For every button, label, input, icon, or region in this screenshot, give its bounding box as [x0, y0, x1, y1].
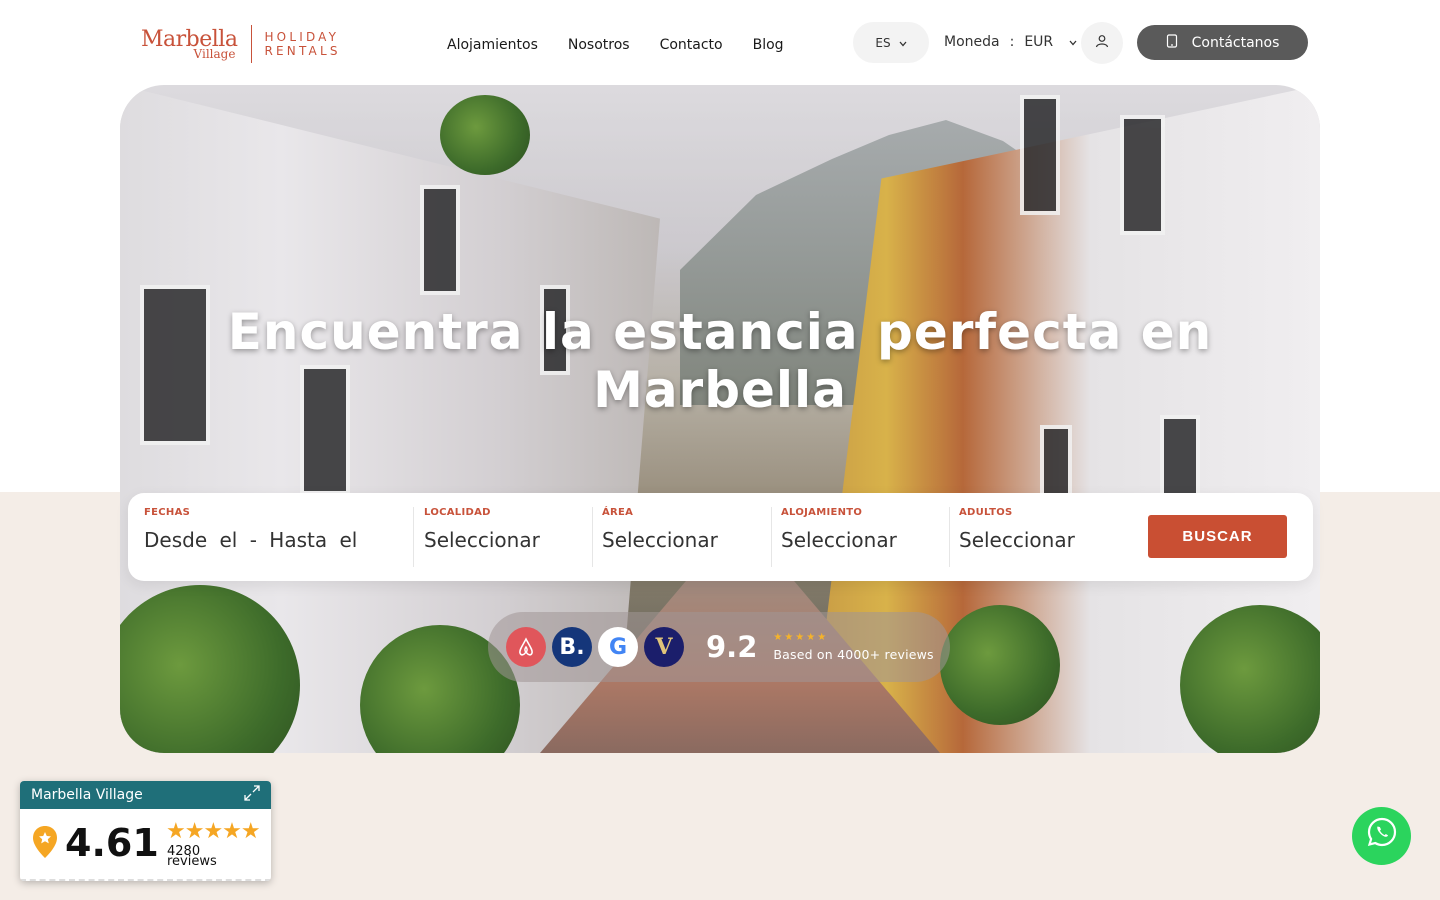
search-button[interactable]: BUSCAR: [1148, 515, 1287, 558]
google-icon-letter: G: [608, 634, 628, 660]
logo-caps-top: HOLIDAY: [264, 30, 340, 44]
currency-value: EUR: [1024, 34, 1054, 50]
logo-caps: HOLIDAY RENTALS: [264, 30, 340, 58]
hero-plant: [940, 605, 1060, 725]
field-divider: [413, 507, 414, 567]
dates-value: Desde el - Hasta el: [144, 528, 358, 552]
area-value: Seleccionar: [602, 528, 718, 552]
chevron-down-icon: [899, 36, 907, 50]
rating-widget-count-label: reviews: [167, 854, 217, 869]
language-value: ES: [875, 35, 891, 50]
reviews-stars: ★★★★★: [773, 632, 829, 643]
rating-widget-body: 4.61 ★★★★★ 4280 reviews: [20, 809, 271, 881]
accommodation-value: Seleccionar: [781, 528, 897, 552]
reviews-info: ★★★★★ Based on 4000+ reviews: [773, 632, 933, 662]
contact-button-label: Contáctanos: [1191, 34, 1280, 51]
google-icon: G: [598, 627, 638, 667]
field-divider: [771, 507, 772, 567]
field-divider: [949, 507, 950, 567]
brand-logo[interactable]: Marbella Village HOLIDAY RENTALS: [141, 24, 341, 64]
reviews-summary: B. G V 9.2 ★★★★★ Based on 4000+ reviews: [488, 612, 950, 682]
adults-field[interactable]: ADULTOS Seleccionar: [959, 507, 1129, 567]
account-button[interactable]: [1081, 22, 1123, 64]
area-label: ÁREA: [602, 507, 634, 518]
airbnb-icon: [506, 627, 546, 667]
hero-window: [1020, 95, 1060, 215]
chevron-down-icon: [1069, 34, 1077, 50]
nav-item-blog[interactable]: Blog: [753, 37, 784, 53]
contact-button[interactable]: Contáctanos: [1137, 25, 1308, 60]
nav-item-nosotros[interactable]: Nosotros: [568, 37, 630, 53]
rating-widget-score: 4.61: [65, 821, 159, 865]
logo-caps-bottom: RENTALS: [264, 44, 341, 58]
location-pin-icon: [32, 825, 58, 859]
locality-label: LOCALIDAD: [424, 507, 491, 518]
whatsapp-icon: [1366, 816, 1398, 856]
locality-value: Seleccionar: [424, 528, 540, 552]
rating-widget-title: Marbella Village: [31, 787, 143, 803]
accommodation-field[interactable]: ALOJAMIENTO Seleccionar: [781, 507, 941, 567]
vrbo-icon: V: [644, 627, 684, 667]
whatsapp-button[interactable]: [1352, 807, 1411, 865]
nav-item-contacto[interactable]: Contacto: [660, 37, 723, 53]
hero-title: Encuentra la estancia perfecta en Marbel…: [227, 303, 1213, 419]
rating-widget[interactable]: Marbella Village 4.61 ★★★★★ 4280 reviews: [20, 781, 271, 881]
hero-plant: [440, 95, 530, 175]
reviews-subtitle: Based on 4000+ reviews: [773, 647, 934, 662]
search-bar: FECHAS Desde el - Hasta el LOCALIDAD Sel…: [128, 493, 1313, 581]
nav-item-alojamientos[interactable]: Alojamientos: [447, 37, 538, 53]
area-field[interactable]: ÁREA Seleccionar: [602, 507, 762, 567]
rating-widget-header: Marbella Village: [20, 781, 271, 809]
currency-label: Moneda: [944, 34, 1000, 50]
dates-label: FECHAS: [144, 507, 191, 518]
logo-divider: [251, 25, 253, 63]
site-header: Marbella Village HOLIDAY RENTALS Alojami…: [0, 0, 1440, 86]
expand-icon[interactable]: [243, 784, 261, 806]
reviews-score: 9.2: [706, 630, 758, 664]
booking-icon: B.: [552, 627, 592, 667]
rating-widget-count: 4280 reviews: [167, 845, 227, 869]
booking-icon-letter: B.: [559, 634, 585, 660]
phone-icon: [1166, 33, 1178, 52]
main-nav: Alojamientos Nosotros Contacto Blog: [447, 37, 784, 53]
locality-field[interactable]: LOCALIDAD Seleccionar: [424, 507, 584, 567]
field-divider: [592, 507, 593, 567]
hero-window: [420, 185, 460, 295]
logo-script: Marbella Village: [141, 28, 238, 60]
adults-value: Seleccionar: [959, 528, 1075, 552]
rating-widget-stars: ★★★★★: [166, 819, 261, 844]
accommodation-label: ALOJAMIENTO: [781, 507, 863, 518]
currency-separator: :: [1009, 34, 1015, 50]
vrbo-icon-letter: V: [655, 634, 673, 660]
adults-label: ADULTOS: [959, 507, 1013, 518]
rating-widget-divider: [20, 877, 271, 881]
currency-selector[interactable]: Moneda : EUR: [944, 34, 1077, 50]
user-icon: [1095, 34, 1109, 52]
hero-window: [1120, 115, 1165, 235]
language-selector[interactable]: ES: [853, 22, 929, 63]
dates-field[interactable]: FECHAS Desde el - Hasta el: [144, 507, 404, 567]
